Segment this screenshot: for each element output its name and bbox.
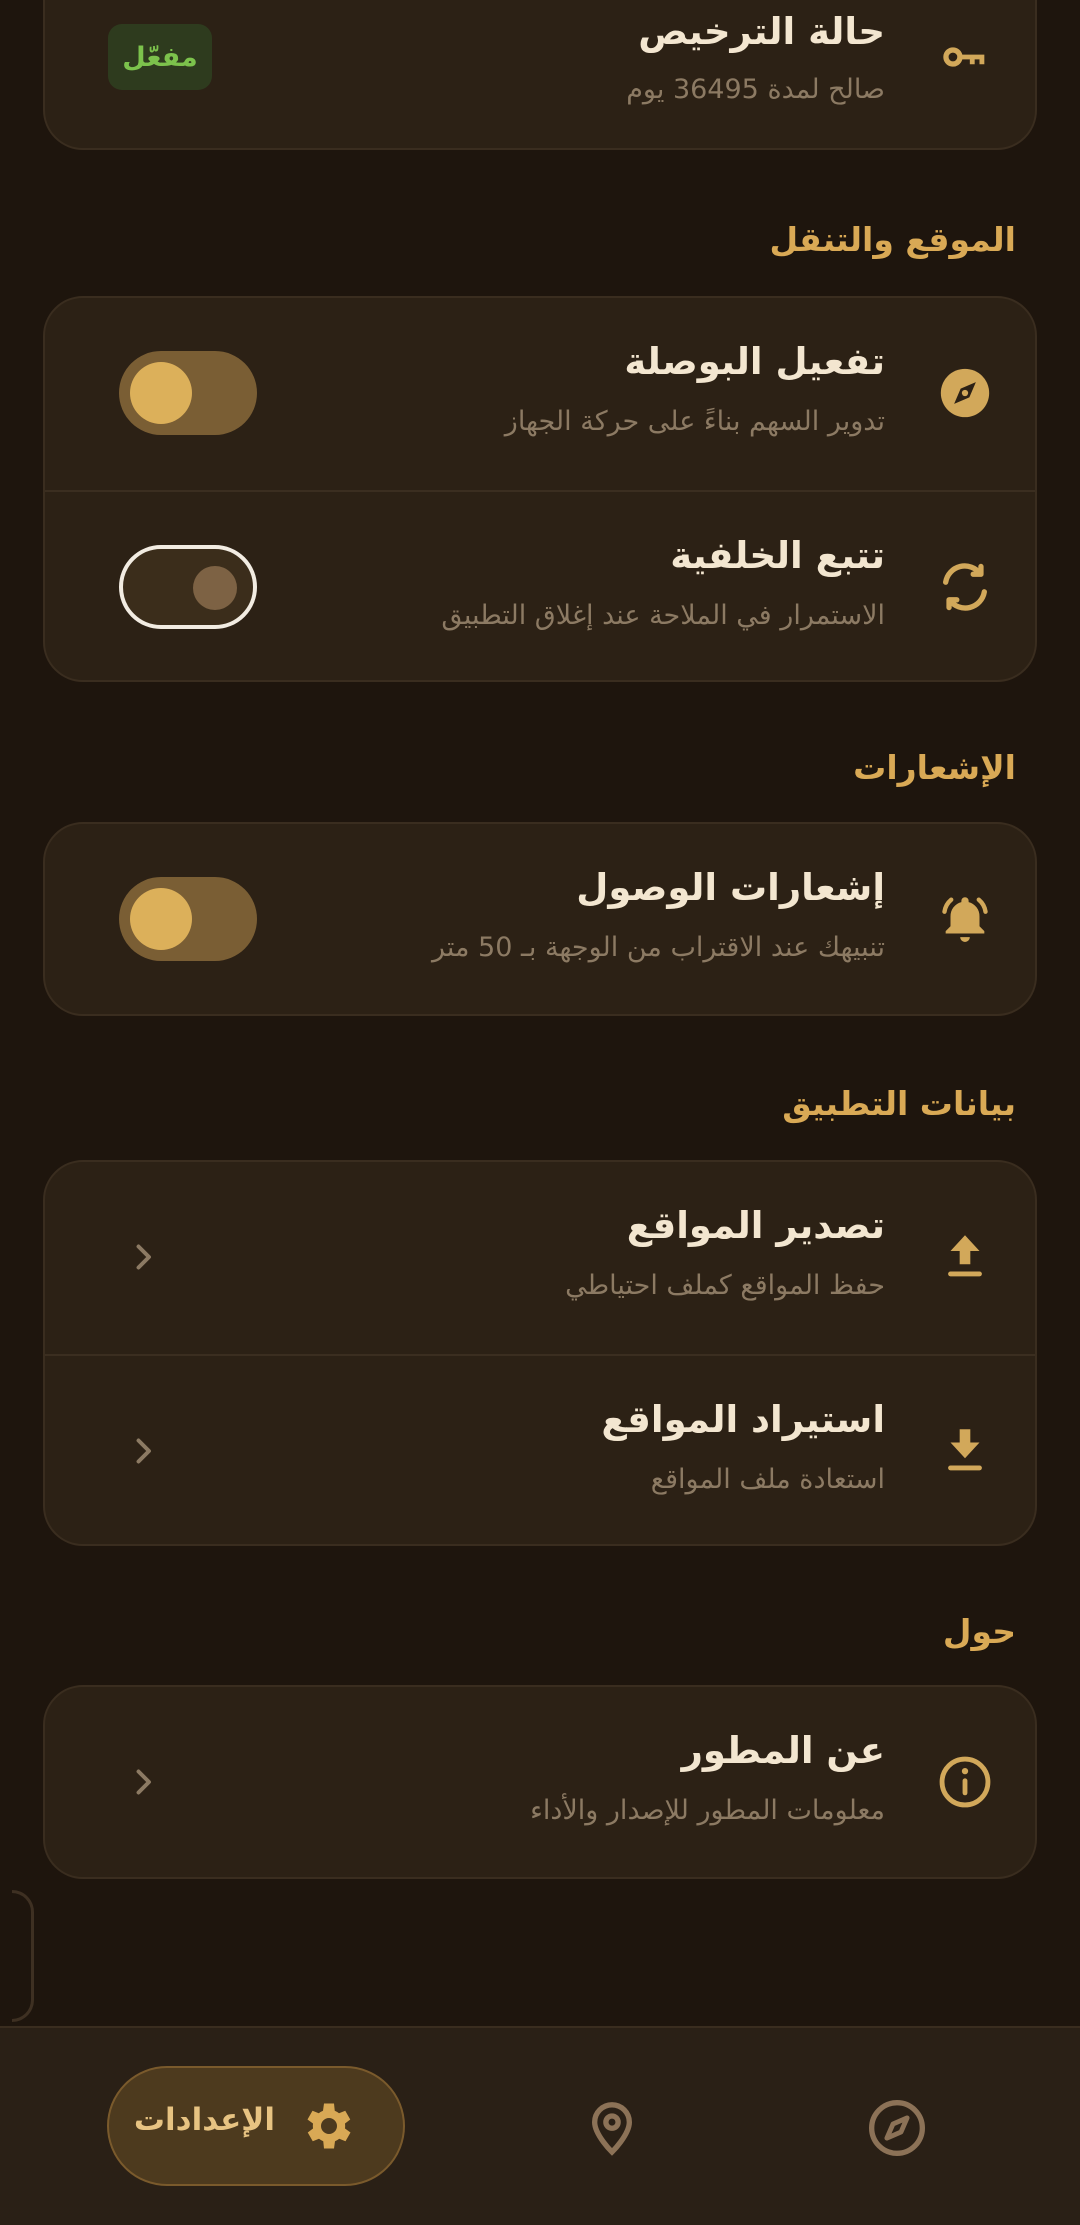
background-tracking-toggle[interactable]: [119, 545, 257, 629]
nav-locations[interactable]: [572, 2096, 652, 2176]
notifications-card: إشعارات الوصول تنبيهك عند الاقتراب من ال…: [43, 822, 1037, 1016]
section-title-about: حول: [942, 1612, 1016, 1651]
upload-icon: [935, 1227, 995, 1287]
app-data-card: تصدير المواقع حفظ المواقع كملف احتياطي ا…: [43, 1160, 1037, 1546]
setting-title: تفعيل البوصلة: [624, 340, 885, 383]
section-title-app-data: بيانات التطبيق: [782, 1084, 1016, 1123]
setting-title: إشعارات الوصول: [576, 866, 885, 909]
about-developer-row[interactable]: عن المطور معلومات المطور للإصدار والأداء: [45, 1687, 1035, 1877]
chevron-right-icon: [136, 1438, 151, 1464]
license-title: حالة الترخيص: [638, 10, 885, 53]
chevron-right-icon: [136, 1769, 151, 1795]
license-card: حالة الترخيص صالح لمدة 36495 يوم مفعّل: [43, 0, 1037, 150]
setting-subtitle: تنبيهك عند الاقتراب من الوجهة بـ 50 متر: [431, 932, 885, 963]
compass-nav-icon: [869, 2100, 925, 2156]
license-row: حالة الترخيص صالح لمدة 36495 يوم مفعّل: [45, 0, 1035, 148]
compass-toggle[interactable]: [119, 351, 257, 435]
section-title-notifications: الإشعارات: [853, 748, 1016, 787]
bottom-navigation: الإعدادات: [0, 2026, 1080, 2225]
download-icon: [935, 1421, 995, 1481]
setting-title: تصدير المواقع: [626, 1204, 885, 1247]
location-card: تفعيل البوصلة تدوير السهم بناءً على حركة…: [43, 296, 1037, 682]
setting-subtitle: تدوير السهم بناءً على حركة الجهاز: [504, 406, 885, 437]
chevron-right-icon: [136, 1244, 151, 1270]
nav-settings[interactable]: الإعدادات: [107, 2066, 405, 2186]
compass-setting-row[interactable]: تفعيل البوصلة تدوير السهم بناءً على حركة…: [45, 298, 1035, 488]
key-icon: [935, 27, 995, 87]
edge-panel-handle[interactable]: [12, 1890, 34, 2022]
setting-subtitle: حفظ المواقع كملف احتياطي: [565, 1270, 885, 1301]
compass-icon: [935, 363, 995, 423]
sync-icon: [935, 557, 995, 617]
setting-subtitle: معلومات المطور للإصدار والأداء: [530, 1795, 885, 1826]
nav-compass[interactable]: [857, 2096, 937, 2176]
gear-icon: [307, 2103, 351, 2149]
export-locations-row[interactable]: تصدير المواقع حفظ المواقع كملف احتياطي: [45, 1162, 1035, 1352]
setting-title: تتبع الخلفية: [670, 534, 885, 577]
toggle-knob: [130, 362, 192, 424]
arrival-notifications-row[interactable]: إشعارات الوصول تنبيهك عند الاقتراب من ال…: [45, 824, 1035, 1014]
location-pin-icon: [591, 2102, 633, 2156]
toggle-knob: [193, 566, 237, 610]
license-subtitle: صالح لمدة 36495 يوم: [626, 74, 885, 105]
toggle-knob: [130, 888, 192, 950]
section-title-location: الموقع والتنقل: [769, 220, 1016, 259]
bell-icon: [935, 889, 995, 949]
about-card: عن المطور معلومات المطور للإصدار والأداء: [43, 1685, 1037, 1879]
setting-subtitle: الاستمرار في الملاحة عند إغلاق التطبيق: [441, 600, 885, 631]
info-icon: [935, 1752, 995, 1812]
setting-title: عن المطور: [681, 1729, 885, 1772]
import-locations-row[interactable]: استيراد المواقع استعادة ملف المواقع: [45, 1354, 1035, 1544]
arrival-notifications-toggle[interactable]: [119, 877, 257, 961]
setting-title: استيراد المواقع: [601, 1398, 885, 1441]
background-tracking-row[interactable]: تتبع الخلفية الاستمرار في الملاحة عند إغ…: [45, 490, 1035, 680]
nav-settings-label: الإعدادات: [133, 2102, 275, 2138]
setting-subtitle: استعادة ملف المواقع: [650, 1464, 885, 1495]
license-status-badge: مفعّل: [108, 24, 212, 90]
